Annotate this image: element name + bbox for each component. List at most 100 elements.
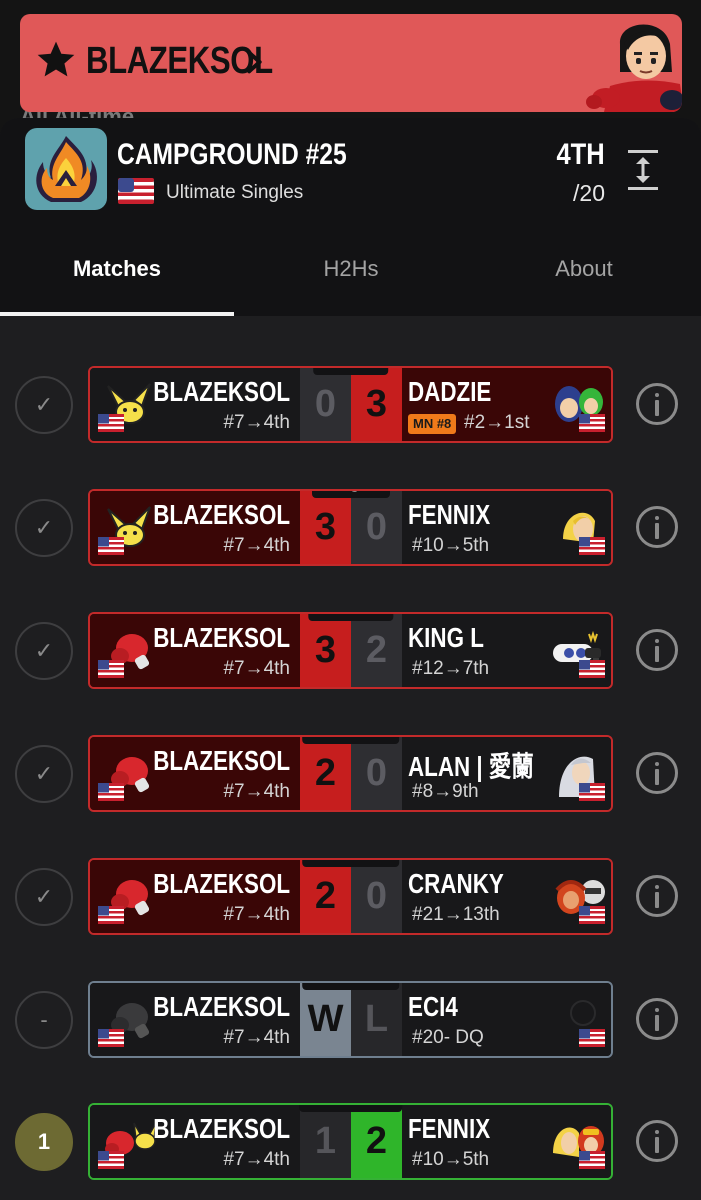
match-row: 1 BLAZEKSOL #7→4th 1 2 FENNIX #10→5th W.… [0,1103,701,1193]
tournament-header: CAMPGROUND #25 Ultimate Singles 4TH /20 … [0,118,701,316]
match-card[interactable]: BLAZEKSOL #7→4th 3 0 FENNIX #10→5th LQF [88,489,613,566]
player2-seed: #10→5th [412,535,490,556]
us-flag-icon [579,783,605,801]
us-flag-icon [579,660,605,678]
match-card[interactable]: BLAZEKSOL #7→4th 1 2 FENNIX #10→5th W. T… [88,1103,613,1180]
round-label: LSF [312,368,389,375]
player2-seed: #20- DQ [412,1027,484,1048]
match-row: ✓ BLAZEKSOL #7→4th 2 0 CRANKY #21→13th L… [0,858,701,948]
expand-icon[interactable] [626,148,660,192]
player1-side: BLAZEKSOL #7→4th [90,491,300,564]
tournament-logo [25,128,107,210]
player1-seed: #7→4th [223,412,290,433]
player1-name: BLAZEKSOL [153,868,290,899]
check-icon: ✓ [15,499,73,557]
info-icon[interactable] [636,506,678,548]
check-icon: ✓ [15,622,73,680]
player2-score: 2 [351,1105,402,1178]
player-banner[interactable]: BLAZEKSOL [20,14,682,112]
player1-name: BLAZEKSOL [153,622,290,653]
us-flag-icon [98,906,124,924]
match-card[interactable]: BLAZEKSOL #7→4th W L ECI4 #20- DQ L. T24 [88,981,613,1058]
us-flag-icon [98,783,124,801]
player1-score: 3 [300,614,351,687]
info-icon[interactable] [636,383,678,425]
player2-name: FENNIX [408,499,491,530]
flame-logo-icon [36,136,97,202]
player1-name: BLAZEKSOL [153,991,290,1022]
player2-score: L [351,983,402,1056]
match-card[interactable]: BLAZEKSOL #7→4th 3 2 KING L #12→7th L. T… [88,612,613,689]
match-card[interactable]: BLAZEKSOL #7→4th 0 3 DADZIE MN #8 #2→1st… [88,366,613,443]
player1-side: BLAZEKSOL #7→4th [90,368,300,441]
player2-seed: #12→7th [412,658,490,679]
player2-score: 0 [351,737,402,810]
player2-name: KING L [408,622,484,653]
player2-score: 0 [351,860,402,933]
player1-side: BLAZEKSOL #7→4th [90,1105,300,1178]
player2-side: CRANKY #21→13th [402,860,611,933]
match-row: ✓ BLAZEKSOL #7→4th 2 0 ALAN | 愛蘭 #8→9th … [0,735,701,825]
player1-seed: #7→4th [223,904,290,925]
us-flag-icon [579,537,605,555]
tab-matches[interactable]: Matches [0,256,234,282]
player1-score: 0 [300,368,351,441]
match-row: ✓ BLAZEKSOL #7→4th 3 2 KING L #12→7th L.… [0,612,701,702]
us-flag-icon [579,1151,605,1169]
player1-name: BLAZEKSOL [153,376,290,407]
status-dash: - [15,991,73,1049]
player1-score: 1 [300,1105,351,1178]
info-icon[interactable] [636,1120,678,1162]
info-icon[interactable] [636,998,678,1040]
player2-score: 0 [351,491,402,564]
match-row: - BLAZEKSOL #7→4th W L ECI4 #20- DQ L. T… [0,981,701,1071]
star-icon [37,41,75,77]
mii-fighter-avatar [586,24,682,112]
tab-h2hs[interactable]: H2Hs [234,256,468,282]
player2-side: DADZIE MN #8 #2→1st [402,368,611,441]
match-card[interactable]: BLAZEKSOL #7→4th 2 0 ALAN | 愛蘭 #8→9th L.… [88,735,613,812]
active-tab-indicator [0,312,234,316]
check-icon: ✓ [15,868,73,926]
player2-name: DADZIE [408,376,492,407]
event-name: Ultimate Singles [166,182,304,203]
match-row: ✓ BLAZEKSOL #7→4th 0 3 DADZIE MN #8 #2→1… [0,366,701,456]
us-flag-icon [98,660,124,678]
player2-seed: #2→1st [464,412,530,433]
player1-seed: #7→4th [223,1149,290,1170]
tab-about[interactable]: About [467,256,701,282]
player1-seed: #7→4th [223,658,290,679]
info-icon[interactable] [636,629,678,671]
match-number-badge: 1 [15,1113,73,1171]
us-flag-icon [98,537,124,555]
player1-side: BLAZEKSOL #7→4th [90,614,300,687]
player1-name: BLAZEKSOL [153,499,290,530]
player2-side: ALAN | 愛蘭 #8→9th [402,737,611,810]
info-icon[interactable] [636,752,678,794]
us-flag-icon [118,178,154,204]
round-label: L. T12 [301,737,400,744]
player2-name: CRANKY [408,868,504,899]
tournament-title: CAMPGROUND #25 [117,138,347,171]
player1-seed: #7→4th [223,781,290,802]
player2-name: ECI4 [408,991,458,1022]
placement: 4TH [556,138,605,171]
player1-side: BLAZEKSOL #7→4th [90,983,300,1056]
us-flag-icon [579,1029,605,1047]
player1-seed: #7→4th [223,1027,290,1048]
round-label: W. T32 [298,1105,403,1112]
match-card[interactable]: BLAZEKSOL #7→4th 2 0 CRANKY #21→13th L. … [88,858,613,935]
player2-side: ECI4 #20- DQ [402,983,611,1056]
player2-side: FENNIX #10→5th [402,1105,611,1178]
player2-seed: #10→5th [412,1149,490,1170]
round-label: LQF [311,491,390,498]
round-label: L. T8 [307,614,394,621]
us-flag-icon [98,414,124,432]
info-icon[interactable] [636,875,678,917]
player1-score: 2 [300,737,351,810]
player1-seed: #7→4th [223,535,290,556]
us-flag-icon [579,906,605,924]
chevron-right-icon [247,50,262,74]
player1-score: W [300,983,351,1056]
player1-side: BLAZEKSOL #7→4th [90,860,300,933]
